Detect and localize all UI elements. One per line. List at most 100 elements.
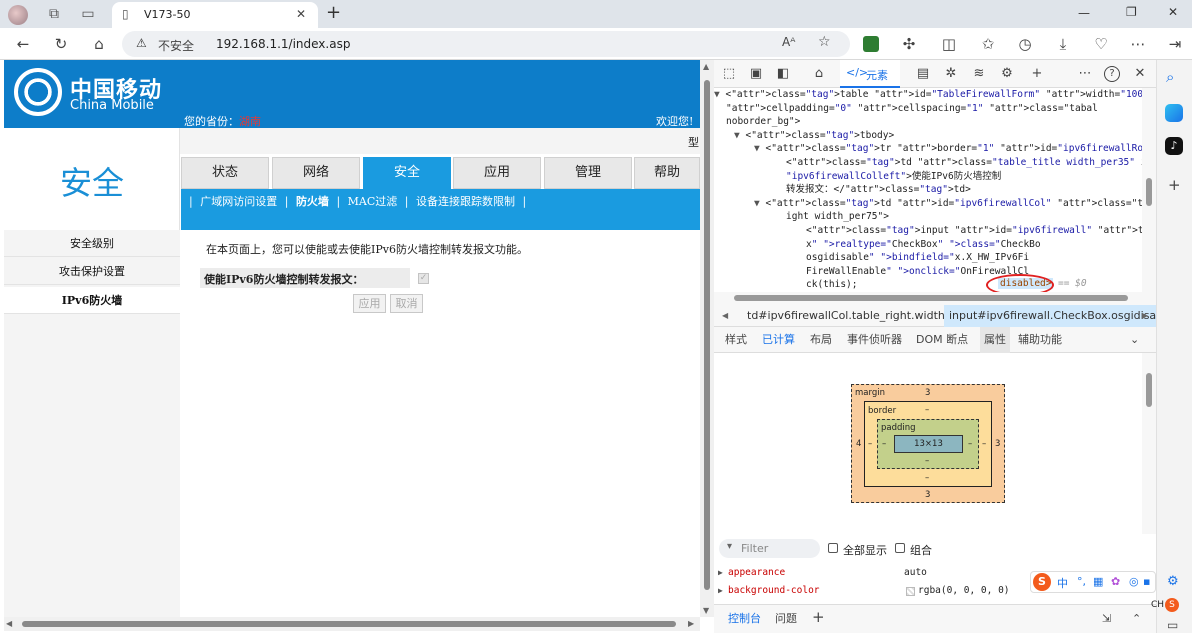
- ime-punct-icon[interactable]: °,: [1077, 575, 1086, 588]
- dom-hscroll[interactable]: [714, 292, 1156, 305]
- sub-nav-wan-access[interactable]: 广域网访问设置: [200, 195, 277, 208]
- crumb-right-icon[interactable]: ▶: [1142, 305, 1148, 327]
- left-menu-item-security-level[interactable]: 安全级别: [4, 230, 180, 257]
- sidebar-add-icon[interactable]: +: [1168, 176, 1181, 194]
- subtab-properties[interactable]: 属性: [980, 327, 1010, 353]
- dom-tree-line[interactable]: FireWallEnable" ">onclick="OnFirewallCl: [766, 265, 1029, 279]
- url-text[interactable]: 192.168.1.1/index.asp: [216, 37, 350, 51]
- apply-button[interactable]: 应用: [353, 294, 386, 313]
- subtab-event-listeners[interactable]: 事件侦听器: [847, 327, 902, 353]
- ime-ch-indicator[interactable]: CH: [1151, 600, 1164, 610]
- dom-tree-line[interactable]: <"attr">class="tag">input "attr">id="ipv…: [766, 224, 1142, 238]
- ime-menu-icon[interactable]: ▪: [1143, 575, 1150, 588]
- drawer-tab-console[interactable]: 控制台: [728, 605, 761, 632]
- subtab-accessibility[interactable]: 辅助功能: [1018, 327, 1062, 353]
- performance-icon[interactable]: ♡: [1088, 28, 1114, 60]
- dom-vscroll[interactable]: [1142, 88, 1156, 292]
- close-window-button[interactable]: ✕: [1168, 5, 1178, 19]
- dom-tree-line[interactable]: "attr">cellpadding="0" "attr">cellspacin…: [726, 102, 1098, 116]
- device-toolbar-icon[interactable]: ▣: [745, 60, 767, 88]
- tab-security[interactable]: 安全: [363, 157, 451, 189]
- sources-bug-icon[interactable]: ✲: [940, 60, 962, 88]
- welcome-home-icon[interactable]: ⌂: [808, 60, 830, 88]
- subtab-styles[interactable]: 样式: [725, 327, 747, 353]
- tab-status[interactable]: 状态: [181, 157, 269, 189]
- h-scroll-thumb[interactable]: [22, 621, 676, 627]
- left-menu-item-ipv6-firewall[interactable]: IPv6防火墙: [4, 287, 180, 314]
- subtabs-chevron-icon[interactable]: ⌄: [1130, 327, 1139, 353]
- sub-nav-mac-filter[interactable]: MAC过滤: [348, 195, 398, 208]
- ime-toolbar[interactable]: S 中 °, ▦ ✿ ◎ ▪: [1030, 571, 1156, 593]
- sogou-tray-icon[interactable]: S: [1165, 598, 1179, 612]
- dom-tree-line[interactable]: 转发报文：</"attr">class="tag">td>: [756, 183, 971, 197]
- minimize-button[interactable]: —: [1078, 6, 1090, 20]
- sub-nav-conn-limit[interactable]: 设备连接跟踪数限制: [416, 195, 515, 208]
- tab-help[interactable]: 帮助: [634, 157, 700, 189]
- dom-tree-line[interactable]: ▼ <"attr">class="tag">table "attr">id="T…: [714, 88, 1142, 102]
- network-wifi-icon[interactable]: ≋: [968, 60, 990, 88]
- dock-icon[interactable]: ◧: [772, 60, 794, 88]
- dom-tree-line[interactable]: noborder_bg">: [726, 115, 800, 129]
- new-tab-button[interactable]: +: [326, 2, 341, 23]
- page-vertical-scrollbar[interactable]: ▲ ▼: [700, 60, 714, 617]
- drawer-tab-issues[interactable]: 问题: [775, 605, 797, 632]
- download-icon[interactable]: ⤓: [1050, 28, 1076, 60]
- refresh-icon[interactable]: ↻: [48, 28, 74, 60]
- scroll-thumb[interactable]: [704, 80, 710, 590]
- scroll-left-icon[interactable]: ◀: [6, 619, 12, 628]
- scroll-down-icon[interactable]: ▼: [703, 606, 709, 615]
- read-aloud-icon[interactable]: Aᴬ: [782, 35, 795, 49]
- scroll-up-icon[interactable]: ▲: [703, 62, 709, 71]
- dom-tree-line[interactable]: osgidisable" ">bindfield="x.X_HW_IPv6Fi: [766, 251, 1029, 265]
- ipv6-firewall-checkbox[interactable]: ✓: [418, 273, 429, 284]
- left-menu-item-attack-protection[interactable]: 攻击保护设置: [4, 258, 180, 285]
- favorite-star-icon[interactable]: ☆: [818, 34, 831, 50]
- drawer-add-button[interactable]: +: [812, 604, 825, 631]
- more-icon[interactable]: ⋯: [1125, 28, 1151, 60]
- home-icon[interactable]: ⌂: [86, 28, 112, 60]
- sidebar-toggle-icon[interactable]: ⇥: [1162, 28, 1188, 60]
- drawer-dock-icon[interactable]: ⇲: [1102, 605, 1111, 632]
- subtab-computed[interactable]: 已计算: [762, 327, 795, 353]
- maximize-button[interactable]: ❐: [1126, 5, 1137, 19]
- devtools-help-button[interactable]: ?: [1104, 66, 1120, 82]
- tab-close-icon[interactable]: ✕: [296, 7, 306, 21]
- scroll-right-icon[interactable]: ▶: [688, 619, 694, 628]
- console-icon[interactable]: ▤: [912, 60, 934, 88]
- tab-elements[interactable]: </> 元素: [840, 60, 900, 88]
- dom-tree-line[interactable]: <"attr">class="tag">td "attr">class="tab…: [756, 156, 1142, 170]
- computed-vscroll-thumb[interactable]: [1146, 373, 1152, 407]
- sidebar-tiktok-icon[interactable]: ♪: [1165, 137, 1183, 155]
- dom-tree-line[interactable]: ck(this);: [766, 278, 857, 292]
- puzzle-icon[interactable]: ✣: [896, 28, 922, 60]
- tab-network[interactable]: 网络: [272, 157, 360, 189]
- tab-application[interactable]: 应用: [453, 157, 541, 189]
- sub-nav-firewall[interactable]: 防火墙: [296, 195, 329, 208]
- collections-icon[interactable]: ⧉: [42, 0, 66, 28]
- split-screen-icon[interactable]: ◫: [936, 28, 962, 60]
- dom-tree-line[interactable]: ▼ <"attr">class="tag">tr "attr">border="…: [734, 142, 1142, 156]
- group-checkbox[interactable]: [895, 543, 905, 553]
- tab-management[interactable]: 管理: [544, 157, 632, 189]
- dom-tree-line[interactable]: "ipv6firewallColleft">使能IPv6防火墙控制: [756, 170, 1001, 184]
- dom-tree-line[interactable]: ▼ <"attr">class="tag">td "attr">id="ipv6…: [734, 197, 1142, 211]
- ime-game-icon[interactable]: ◎: [1129, 575, 1139, 588]
- extension-icon[interactable]: [863, 36, 879, 52]
- history-icon[interactable]: ◷: [1012, 28, 1038, 60]
- show-all-checkbox[interactable]: [828, 543, 838, 553]
- sidebar-collapse-icon[interactable]: ▭: [1167, 618, 1178, 632]
- crumb-left-icon[interactable]: ◀: [722, 305, 728, 327]
- inspect-icon[interactable]: ⬚: [718, 60, 740, 88]
- back-icon[interactable]: ←: [10, 28, 36, 60]
- dom-tree-line[interactable]: ▼ <"attr">class="tag">tbody>: [724, 129, 894, 143]
- browser-tab[interactable]: ▯ V173-50 ✕: [112, 2, 318, 28]
- subtab-dom-breakpoints[interactable]: DOM 断点: [916, 327, 968, 353]
- devtools-close-button[interactable]: ✕: [1129, 60, 1151, 88]
- ime-chinese-icon[interactable]: 中: [1057, 575, 1068, 591]
- filter-input[interactable]: ▾ Filter: [719, 539, 820, 558]
- add-tool-button[interactable]: +: [1026, 60, 1048, 88]
- computed-vscroll[interactable]: [1142, 353, 1156, 534]
- ime-skin-icon[interactable]: ✿: [1111, 575, 1120, 588]
- drawer-collapse-icon[interactable]: ⌃: [1132, 605, 1141, 632]
- cancel-button[interactable]: 取消: [390, 294, 423, 313]
